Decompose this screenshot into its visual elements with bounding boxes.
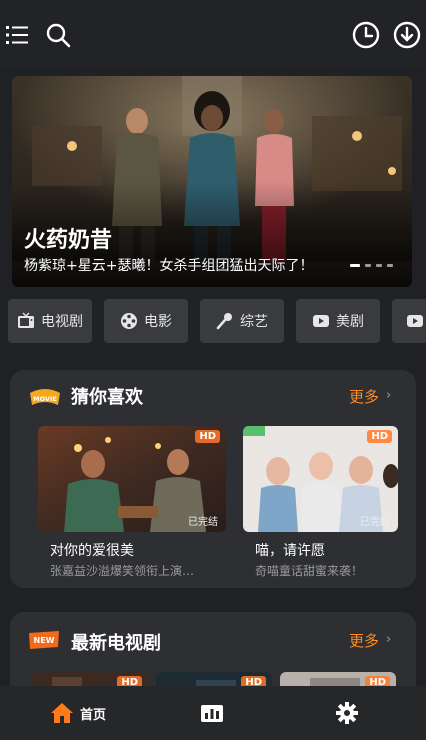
video-description: 张嘉益沙溢爆笑领衔上演… [50, 564, 195, 578]
category-label: 电视剧 [41, 314, 83, 330]
chevron-right-icon[interactable]: › [386, 632, 391, 647]
category-tv-series[interactable]: 电视剧 [8, 299, 92, 343]
more-link[interactable]: 更多 [349, 386, 379, 407]
video-title[interactable]: 喵，请许愿 [255, 540, 325, 560]
video-thumbnail[interactable]: HD 已完结 [38, 426, 226, 532]
hd-badge: HD [367, 430, 392, 443]
home-icon [51, 703, 73, 723]
category-label: 美剧 [336, 314, 364, 330]
hd-badge: HD [195, 430, 220, 443]
movie-logo-text: MOVIE [33, 395, 57, 403]
banner-title: 火药奶昔 [24, 228, 113, 253]
top-bar [0, 0, 426, 70]
movie-logo-icon: MOVIE [30, 389, 60, 405]
play-icon [313, 315, 329, 327]
category-variety[interactable]: 综艺 [200, 299, 284, 343]
banner-pager [350, 264, 393, 267]
section-title: 最新电视剧 [71, 633, 161, 654]
search-icon[interactable] [45, 22, 71, 48]
chart-icon [201, 705, 223, 722]
status-label: 已完结 [360, 517, 390, 528]
category-more-partial[interactable] [392, 299, 426, 343]
nav-settings[interactable] [335, 686, 359, 740]
video-thumbnail[interactable]: HD 已完结 [243, 426, 398, 532]
category-movie[interactable]: 电影 [104, 299, 188, 343]
banner-subtitle: 杨紫琼+星云+瑟曦！女杀手组团猛出天际了！ [24, 258, 314, 274]
pager-dot [350, 264, 360, 267]
download-icon[interactable] [392, 20, 422, 50]
chevron-right-icon[interactable]: › [386, 388, 391, 403]
gear-icon [336, 702, 358, 724]
play-icon [407, 315, 423, 327]
bottom-nav: 首页 [0, 686, 426, 740]
microphone-icon [216, 313, 232, 330]
new-logo-icon: NEW [29, 631, 59, 649]
category-us-drama[interactable]: 美剧 [296, 299, 380, 343]
tv-icon [18, 312, 34, 328]
list-icon[interactable] [6, 25, 28, 45]
new-logo-text: NEW [34, 636, 55, 645]
pager-dot [365, 264, 371, 267]
nav-home-label: 首页 [80, 707, 107, 723]
guess-you-like-section: MOVIE 猜你喜欢 更多 › HD 已完结 对你的爱很美 张嘉益沙溢爆笑领衔上… [10, 370, 416, 588]
video-title[interactable]: 对你的爱很美 [50, 540, 134, 560]
film-reel-icon [121, 313, 137, 329]
pager-dot [376, 264, 382, 267]
pager-dot [387, 264, 393, 267]
more-link[interactable]: 更多 [349, 630, 379, 651]
nav-home[interactable]: 首页 [50, 686, 106, 740]
category-bar: 电视剧 电影 综艺 美剧 [0, 299, 426, 343]
category-label: 综艺 [240, 314, 268, 330]
clock-icon[interactable] [351, 20, 381, 50]
category-label: 电影 [144, 314, 172, 330]
video-description: 奇喵童话甜蜜来袭！ [255, 564, 364, 578]
section-title: 猜你喜欢 [71, 387, 143, 408]
status-label: 已完结 [188, 517, 218, 528]
nav-ranking[interactable] [200, 686, 224, 740]
